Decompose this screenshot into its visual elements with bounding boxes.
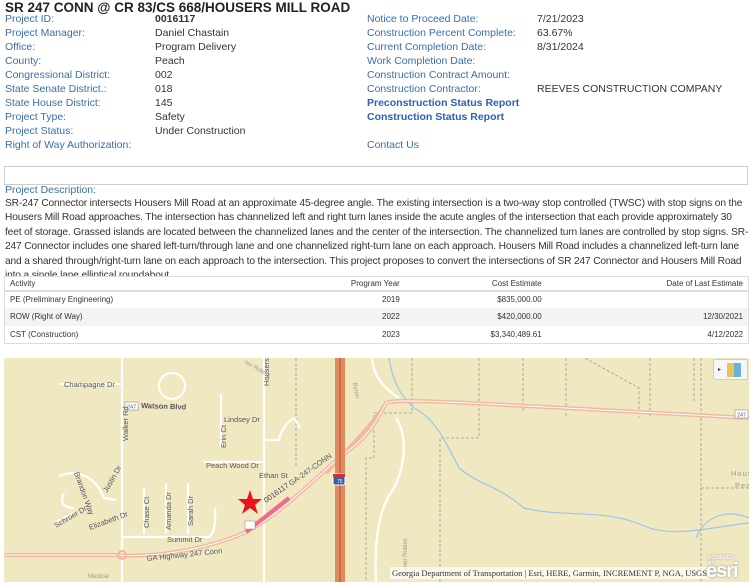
field-value: REEVES CONSTRUCTION COMPANY (537, 83, 723, 95)
field-label: Project Manager: (5, 27, 85, 39)
cell-activity: CST (Construction) (10, 329, 79, 339)
basemap-grid-icon (727, 363, 741, 377)
basemap-gallery-button[interactable]: ▸ (713, 359, 748, 380)
construction-report-link[interactable]: Construction Status Report (367, 110, 504, 124)
street-label: Champagne Dr (64, 380, 115, 389)
street-label: Watson Blvd (141, 401, 187, 412)
street-label: Summit Dr (167, 535, 203, 544)
col-program-year: Program Year (268, 276, 405, 292)
cell-cost: $3,340,489.61 (490, 329, 542, 339)
field-value: 0016117 (155, 13, 196, 25)
street-label: Sarah Dr (186, 495, 195, 526)
col-cost-estimate: Cost Estimate (404, 276, 547, 292)
field-value: 145 (155, 97, 173, 109)
col-date-last-estimate: Date of Last Estimate (546, 276, 749, 292)
field-label: Construction Percent Complete: (367, 27, 516, 39)
cell-year: 2022 (268, 308, 405, 326)
col-activity: Activity (4, 276, 269, 292)
cell-date: 12/30/2021 (546, 308, 749, 326)
cell-cost: $420,000.00 (404, 308, 547, 326)
street-label: Erin Ct (219, 424, 228, 448)
place-label: Hous (731, 469, 749, 478)
field-value: 63.67% (537, 27, 573, 39)
table-row: ROW (Right of Way) 2022 $420,000.00 12/30/2… (4, 308, 749, 326)
field-label: Right of Way Authorization: (5, 139, 132, 151)
cell-activity: PE (Preliminary Engineering) (10, 295, 114, 305)
field-value: Program Delivery (155, 41, 237, 53)
field-value: 018 (155, 83, 173, 95)
field-value: Daniel Chastain (155, 27, 230, 39)
place-label: Medical (88, 574, 109, 580)
creek (388, 358, 749, 539)
empty-panel (4, 166, 748, 185)
table-row: PE (Preliminary Engineering) 2019 $835,000… (5, 291, 749, 309)
field-value: Under Construction (155, 125, 246, 137)
street-label: Peach Wood Dr (206, 461, 259, 470)
field-label: Construction Contract Amount: (367, 69, 510, 81)
cell-date (547, 291, 749, 309)
esri-logo: POWERED BY esri (706, 555, 739, 582)
street-label: Justin Dr (101, 463, 124, 494)
cell-activity: ROW (Right of Way) (4, 308, 269, 326)
field-label: Project ID: (5, 13, 55, 25)
field-label: Office: (5, 41, 36, 53)
field-label: State House District: (5, 97, 101, 109)
field-label: Construction Contractor: (367, 83, 481, 95)
street-label: Walker Rd (121, 406, 130, 441)
roundabout-street (158, 372, 186, 400)
i75-label: 75 (337, 479, 343, 485)
field-label: Project Status: (5, 125, 74, 137)
route-shield-247: 247 (737, 413, 746, 419)
table-row: CST (Construction) 2023 $3,340,489.61 4/12/… (5, 326, 749, 344)
field-value: 8/31/2024 (537, 41, 584, 53)
local-streets (53, 358, 405, 582)
field-label: County: (5, 55, 42, 67)
field-label: Congressional District: (5, 69, 111, 81)
street-label: Ethan St (259, 471, 289, 480)
place-label: Pea (735, 481, 749, 490)
map-attribution: Georgia Department of Transportation | E… (390, 567, 709, 579)
cost-table: Activity Program Year Cost Estimate Date… (4, 276, 749, 344)
expand-arrow-icon: ▸ (718, 367, 722, 373)
contact-us-link[interactable]: Contact Us (367, 138, 419, 152)
field-value: 7/21/2023 (537, 13, 584, 25)
street-label: Amanda Dr (164, 492, 173, 530)
field-label: State Senate District.: (5, 83, 107, 95)
project-map[interactable]: 75 247 247 Champagne Dr Walker Rd Lindse… (4, 358, 749, 582)
cell-year: 2019 (382, 295, 400, 305)
field-label: Work Completion Date: (367, 55, 476, 67)
cell-cost: $835,000.00 (497, 295, 542, 305)
street-label: Lindsey Dr (224, 415, 260, 424)
field-label: Project Type: (5, 111, 67, 123)
description-label: Project Description: (5, 184, 97, 196)
table-header: Activity Program Year Cost Estimate Date… (4, 276, 749, 292)
description-text: SR-247 Connector intersects Housers Mill… (5, 198, 749, 281)
place-label: Byron (351, 382, 360, 398)
field-value: Safety (155, 111, 185, 123)
field-label: Notice to Proceed Date: (367, 13, 479, 25)
field-value: Peach (155, 55, 185, 67)
project-star-marker[interactable] (238, 490, 262, 514)
preconstruction-report-link[interactable]: Preconstruction Status Report (367, 96, 519, 110)
cell-date: 4/12/2022 (707, 329, 743, 339)
cell-year: 2023 (382, 329, 400, 339)
boundary-lines (295, 358, 749, 582)
field-value: 002 (155, 69, 173, 81)
street-label: Chase Ct (142, 496, 151, 528)
field-label: Current Completion Date: (367, 41, 487, 53)
